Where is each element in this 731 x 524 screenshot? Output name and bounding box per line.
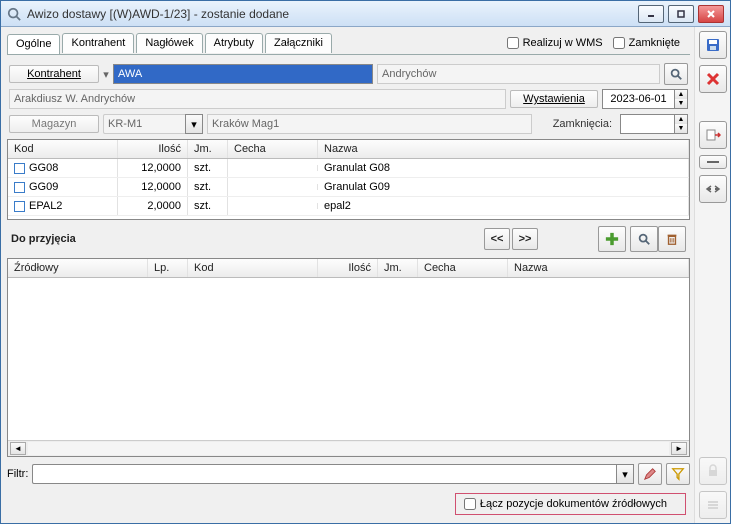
- save-button[interactable]: [699, 31, 727, 59]
- zamkniecia-down[interactable]: ▼: [675, 124, 687, 133]
- next-button[interactable]: >>: [512, 228, 538, 250]
- table-row[interactable]: GG0912,0000szt.Granulat G09: [8, 178, 689, 197]
- kontrahent-button[interactable]: Kontrahent: [9, 65, 99, 83]
- window-title: Awizo dostawy [(W)AWD-1/23] - zostanie d…: [27, 7, 638, 21]
- scroll-left-icon[interactable]: ◄: [10, 442, 26, 455]
- col-kod[interactable]: Kod: [8, 140, 118, 158]
- col-ilosc2[interactable]: Ilość: [318, 259, 378, 277]
- zamkniecia-input[interactable]: [620, 114, 674, 134]
- kontrahent-name: [9, 89, 506, 109]
- cancel-button[interactable]: [699, 65, 727, 93]
- menu-button: [699, 491, 727, 519]
- search-button[interactable]: [630, 226, 658, 252]
- filter-dropdown[interactable]: ▾: [616, 464, 634, 484]
- magazyn-label: Magazyn: [9, 115, 99, 133]
- source-grid[interactable]: Źródłowy Lp. Kod Ilość Jm. Cecha Nazwa ◄…: [7, 258, 690, 457]
- export-button[interactable]: [699, 121, 727, 149]
- magazyn-dropdown[interactable]: ▾: [185, 114, 203, 134]
- minimize-button[interactable]: [638, 5, 664, 23]
- zamkniecia-label: Zamknięcia:: [536, 118, 616, 130]
- date-up[interactable]: ▲: [675, 90, 687, 99]
- delete-button[interactable]: [658, 226, 686, 252]
- kontrahent-search-button[interactable]: [664, 63, 688, 85]
- horizontal-scrollbar[interactable]: ◄ ►: [8, 440, 689, 456]
- col-nazwa[interactable]: Nazwa: [318, 140, 689, 158]
- date-input[interactable]: [602, 89, 674, 109]
- col-kod2[interactable]: Kod: [188, 259, 318, 277]
- lock-button: [699, 457, 727, 485]
- prev-button[interactable]: <<: [484, 228, 510, 250]
- filter-config-button[interactable]: [666, 463, 690, 485]
- date-down[interactable]: ▼: [675, 99, 687, 108]
- magazyn-name: [207, 114, 532, 134]
- tab-atrybuty[interactable]: Atrybuty: [205, 33, 263, 53]
- magazyn-code[interactable]: [103, 114, 185, 134]
- kontrahent-city: [377, 64, 660, 84]
- close-button[interactable]: [698, 5, 724, 23]
- col-cecha2[interactable]: Cecha: [418, 259, 508, 277]
- add-button[interactable]: [598, 226, 626, 252]
- tab-ogolne[interactable]: Ogólne: [7, 34, 60, 54]
- col-ilosc[interactable]: Ilość: [118, 140, 188, 158]
- link-button[interactable]: [699, 175, 727, 203]
- maximize-button[interactable]: [668, 5, 694, 23]
- tab-naglowek[interactable]: Nagłówek: [136, 33, 202, 53]
- zamkniete-check[interactable]: Zamknięte: [613, 37, 680, 49]
- kontrahent-code-input[interactable]: [113, 64, 373, 84]
- table-row[interactable]: EPAL22,0000szt.epal2: [8, 197, 689, 216]
- col-nazwa2[interactable]: Nazwa: [508, 259, 689, 277]
- col-jm2[interactable]: Jm.: [378, 259, 418, 277]
- col-zrodlowy[interactable]: Źródłowy: [8, 259, 148, 277]
- collapse-button[interactable]: [699, 155, 727, 169]
- zamkniecia-up[interactable]: ▲: [675, 115, 687, 124]
- items-grid[interactable]: Kod Ilość Jm. Cecha Nazwa GG0812,0000szt…: [7, 139, 690, 220]
- filter-label: Filtr:: [7, 468, 28, 480]
- merge-source-check[interactable]: Łącz pozycje dokumentów źródłowych: [464, 498, 667, 510]
- col-jm[interactable]: Jm.: [188, 140, 228, 158]
- realizuj-wms-check[interactable]: Realizuj w WMS: [507, 37, 603, 49]
- wystawienia-button[interactable]: Wystawienia: [510, 90, 598, 108]
- scroll-right-icon[interactable]: ►: [671, 442, 687, 455]
- merge-source-highlight: Łącz pozycje dokumentów źródłowych: [455, 493, 686, 515]
- col-cecha[interactable]: Cecha: [228, 140, 318, 158]
- table-row[interactable]: GG0812,0000szt.Granulat G08: [8, 159, 689, 178]
- window-titlebar: Awizo dostawy [(W)AWD-1/23] - zostanie d…: [1, 1, 730, 27]
- filter-input[interactable]: [32, 464, 616, 484]
- app-icon: [7, 7, 21, 21]
- filter-edit-button[interactable]: [638, 463, 662, 485]
- col-lp[interactable]: Lp.: [148, 259, 188, 277]
- tab-zalaczniki[interactable]: Załączniki: [265, 33, 332, 53]
- section-title: Do przyjęcia: [11, 233, 76, 245]
- tab-kontrahent[interactable]: Kontrahent: [62, 33, 134, 53]
